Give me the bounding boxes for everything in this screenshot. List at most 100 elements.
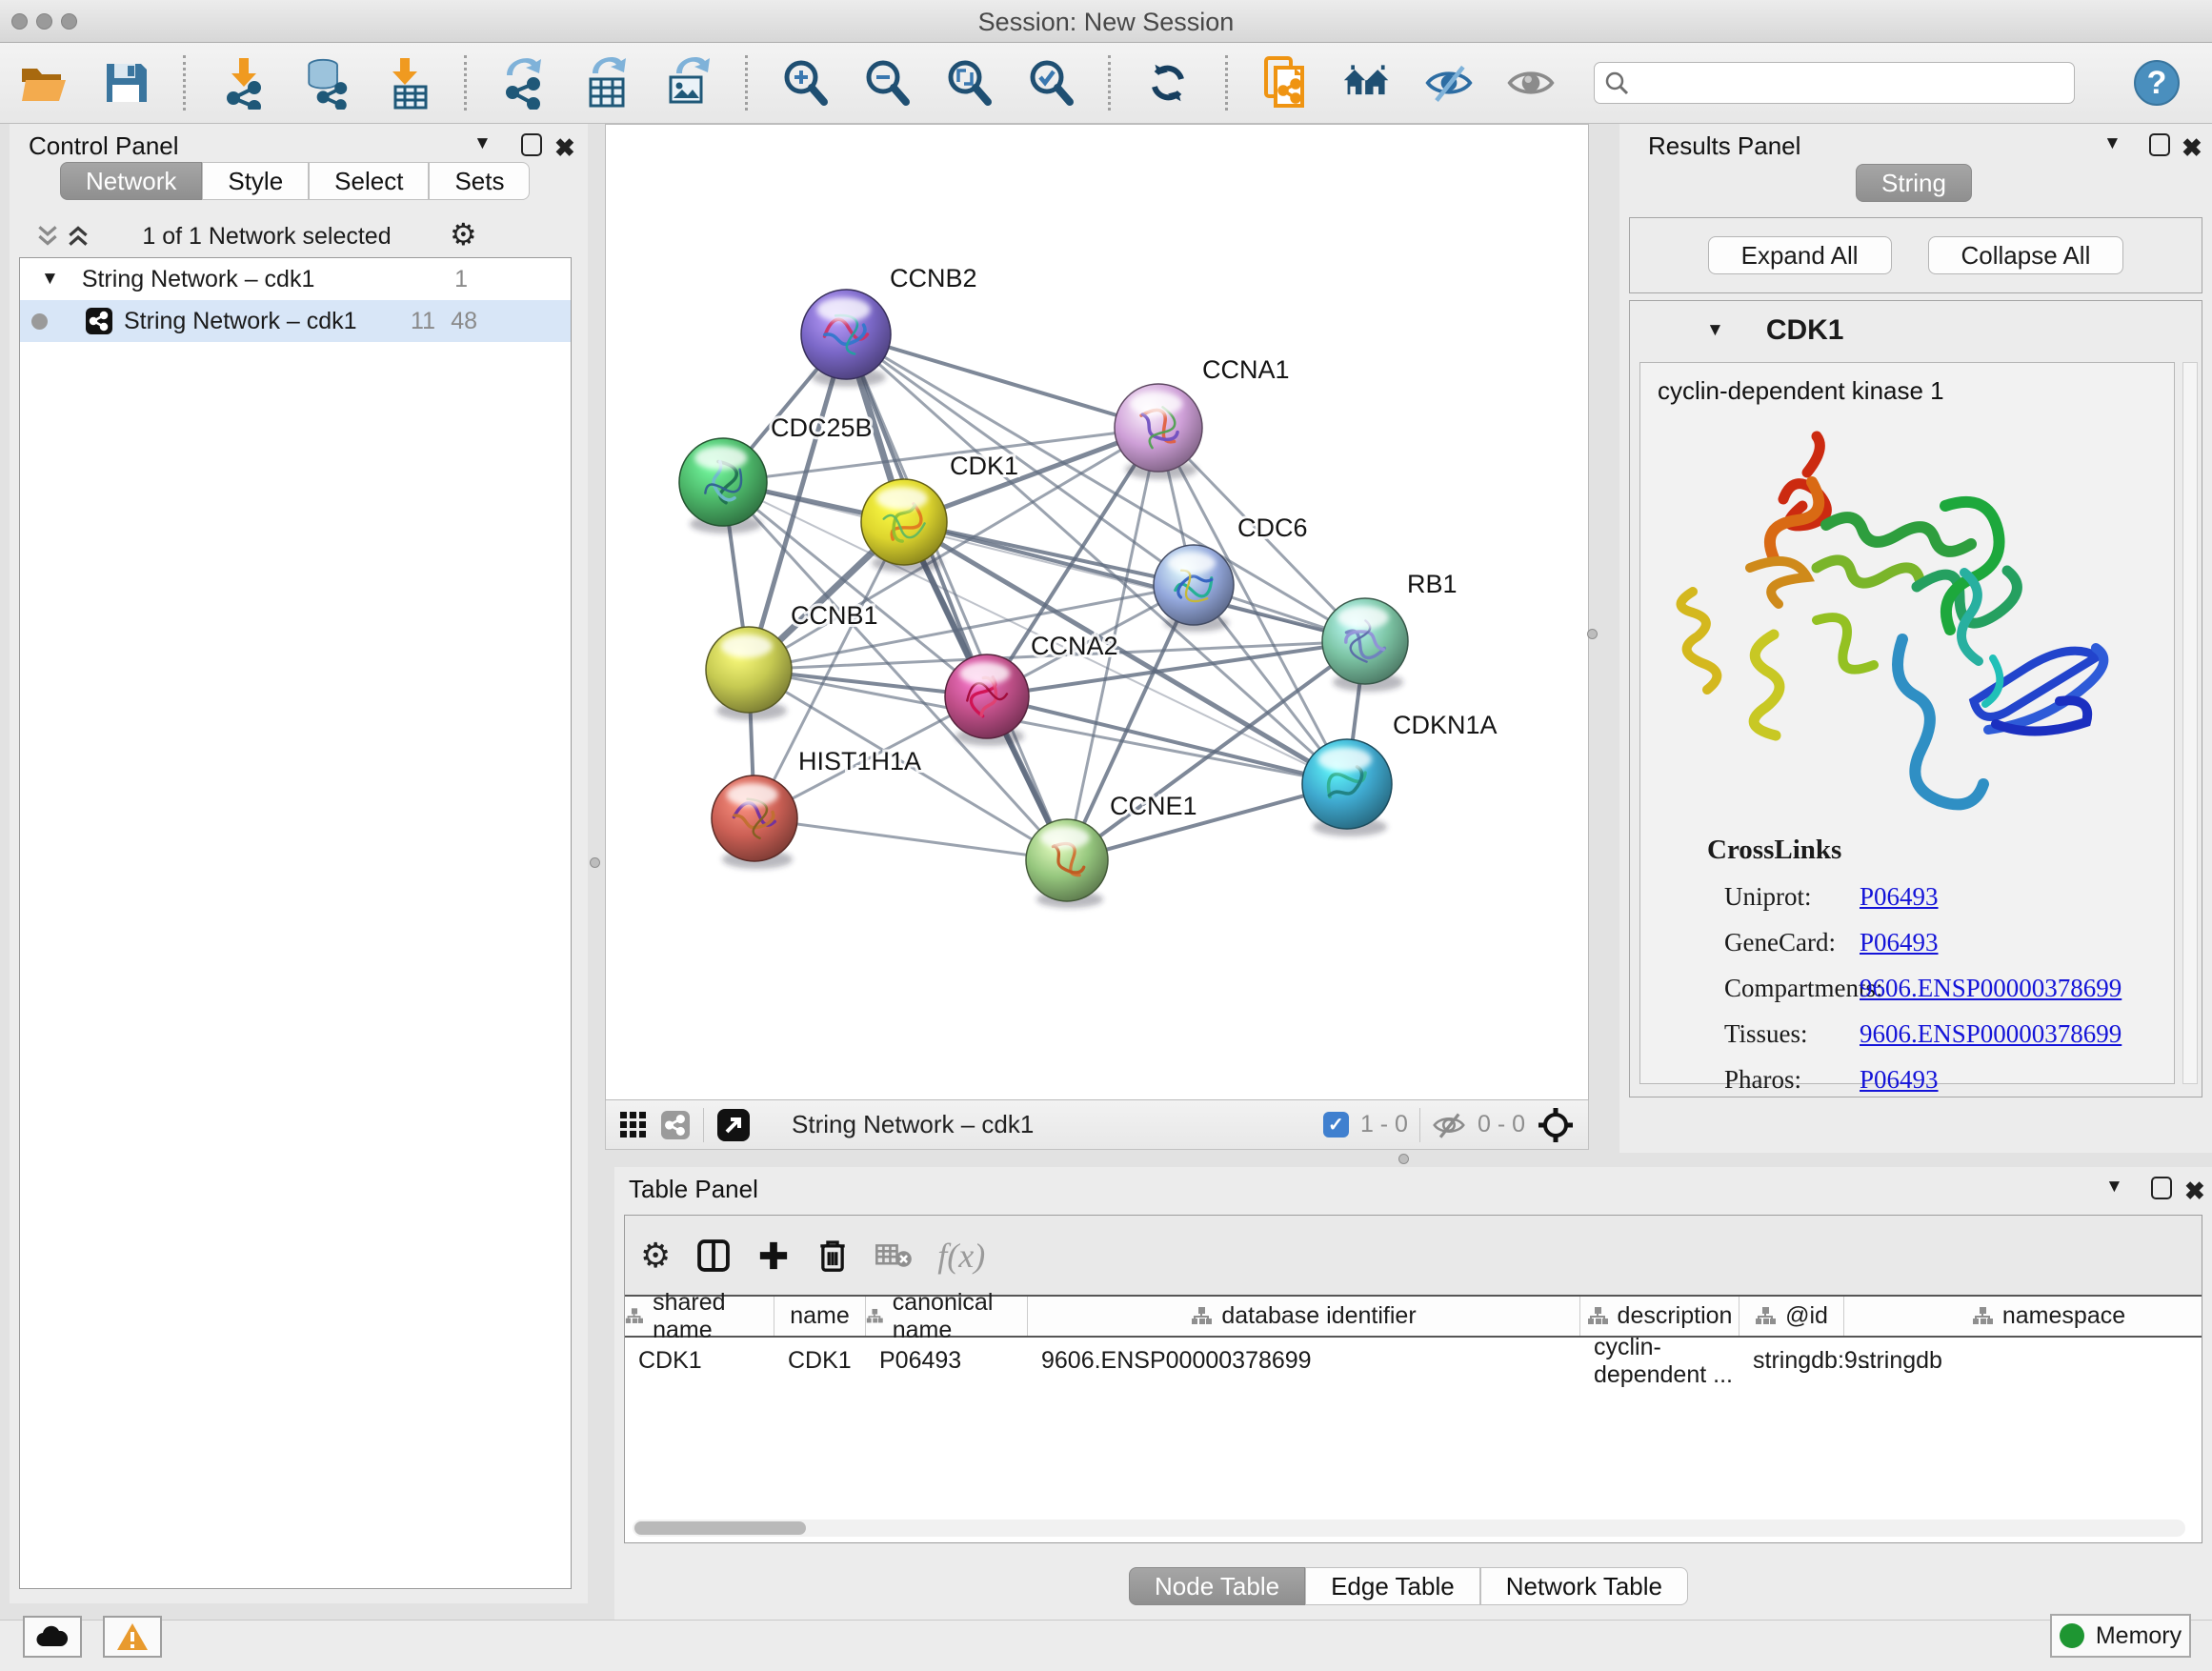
help-button[interactable]: ? [2134,60,2180,106]
network-row[interactable]: String Network – cdk1 11 48 [20,300,571,342]
column-header[interactable]: description [1580,1297,1739,1336]
save-session-icon[interactable] [101,56,151,110]
cell-description[interactable]: cyclin-dependent ... [1580,1339,1739,1382]
tab-edge-table[interactable]: Edge Table [1305,1567,1480,1605]
results-panel-float-icon[interactable] [2149,133,2170,156]
column-header[interactable]: shared name [625,1297,774,1336]
cell-name[interactable]: CDK1 [774,1339,866,1382]
crosslink-link[interactable]: P06493 [1860,928,1939,957]
network-canvas[interactable]: CCNB2CCNA1CDC25BCDK1CDC6RB1CCNB1CCNA2CDK… [605,124,1589,1100]
network-collection-row[interactable]: ▼ String Network – cdk1 1 [20,258,571,300]
gene-collapse-icon[interactable]: ▼ [1706,320,1724,341]
control-panel-close-icon[interactable]: ✖ [554,133,575,163]
table-panel-menu-icon[interactable]: ▼ [2105,1177,2123,1198]
birdseye-grid-icon[interactable] [619,1111,648,1139]
bottom-splitter-handle[interactable] [1398,1154,1409,1164]
delete-column-trash-icon[interactable] [815,1238,850,1274]
cell-namespace[interactable]: stringdb [1844,1339,2202,1382]
function-builder-icon[interactable]: f(x) [937,1236,985,1276]
expand-all-button[interactable]: Expand All [1708,236,1892,274]
import-table-icon[interactable] [382,56,432,110]
network-node[interactable] [712,775,797,869]
right-splitter-handle[interactable] [1587,629,1598,639]
column-header[interactable]: canonical name [866,1297,1028,1336]
hide-selected-eye-icon[interactable] [1424,56,1474,110]
results-panel-menu-icon[interactable]: ▼ [2103,133,2122,154]
cell-canonical-name[interactable]: P06493 [866,1339,1028,1382]
tab-node-table[interactable]: Node Table [1129,1567,1305,1605]
open-in-new-window-icon[interactable] [717,1109,750,1141]
cloud-status-button[interactable] [23,1616,82,1658]
network-node[interactable] [679,438,767,534]
table-options-gear-icon[interactable]: ⚙ [640,1238,671,1273]
collection-expand-icon[interactable]: ▼ [41,269,59,290]
import-network-database-icon[interactable] [300,56,350,110]
results-scrollbar[interactable] [2182,362,2198,1084]
crosslink-link[interactable]: P06493 [1860,882,1939,912]
zoom-selected-icon[interactable] [1026,56,1076,110]
gene-section-header[interactable]: ▼ CDK1 [1630,301,2202,360]
control-panel-float-icon[interactable] [521,133,542,156]
left-splitter-handle[interactable] [590,857,600,868]
network-edge[interactable] [754,818,1067,860]
tab-network-table[interactable]: Network Table [1480,1567,1688,1605]
network-node[interactable] [945,654,1029,746]
cell-database-identifier[interactable]: 9606.ENSP00000378699 [1028,1339,1580,1382]
open-session-icon[interactable] [19,56,69,110]
export-image-icon[interactable] [663,56,713,110]
cell-shared-name[interactable]: CDK1 [625,1339,774,1382]
network-node[interactable] [706,627,792,720]
cell-id[interactable]: stringdb:9... [1739,1339,1844,1382]
show-columns-icon[interactable] [695,1238,732,1274]
table-horizontal-scrollbar[interactable] [633,1520,2185,1537]
toolbar-search[interactable] [1594,62,2075,104]
zoom-in-icon[interactable] [780,56,830,110]
network-share-icon[interactable] [661,1111,690,1139]
zoom-out-icon[interactable] [862,56,912,110]
network-node[interactable] [1322,598,1408,692]
tab-select[interactable]: Select [309,162,429,200]
collapse-all-button[interactable]: Collapse All [1928,236,2124,274]
tab-sets[interactable]: Sets [429,162,530,200]
zoom-fit-icon[interactable] [944,56,994,110]
table-panel-close-icon[interactable]: ✖ [2184,1177,2205,1206]
export-table-icon[interactable] [581,56,631,110]
column-header[interactable]: name [774,1297,866,1336]
network-node[interactable] [1154,545,1234,632]
memory-button[interactable]: Memory [2050,1614,2191,1658]
tab-network[interactable]: Network [60,162,202,200]
crosslink-link[interactable]: P06493 [1860,1065,1939,1095]
refresh-icon[interactable] [1143,56,1193,110]
export-network-icon[interactable] [499,56,549,110]
copy-network-icon[interactable] [1260,56,1310,110]
search-input[interactable] [1637,70,2056,96]
network-node[interactable] [1302,739,1392,836]
fit-content-crosshair-icon[interactable] [1537,1106,1575,1144]
column-header[interactable]: namespace [1844,1297,2202,1336]
hidden-items-eye-icon[interactable] [1432,1112,1466,1138]
warning-status-button[interactable] [103,1616,162,1658]
network-options-gear-icon[interactable]: ⚙ [450,219,477,250]
network-edge[interactable] [987,696,1347,784]
scrollbar-thumb[interactable] [634,1521,806,1535]
network-node[interactable] [1115,384,1202,479]
tab-string[interactable]: String [1856,164,1972,202]
crosslink-link[interactable]: 9606.ENSP00000378699 [1860,1019,2122,1049]
import-network-file-icon[interactable] [218,56,268,110]
network-node[interactable] [1026,819,1108,908]
network-edge[interactable] [846,334,1158,428]
show-all-eye-icon[interactable] [1506,56,1556,110]
column-header[interactable]: database identifier [1028,1297,1580,1336]
selected-nodes-checkbox[interactable]: ✓ [1323,1112,1349,1137]
network-graph[interactable]: CCNB2CCNA1CDC25BCDK1CDC6RB1CCNB1CCNA2CDK… [606,125,1588,1099]
crosslink-link[interactable]: 9606.ENSP00000378699 [1860,974,2122,1003]
add-column-icon[interactable] [756,1238,791,1273]
table-row[interactable]: CDK1 CDK1 P06493 9606.ENSP00000378699 cy… [625,1339,2202,1382]
table-panel-float-icon[interactable] [2151,1177,2172,1199]
network-node[interactable] [861,479,947,573]
results-panel-close-icon[interactable]: ✖ [2182,133,2202,163]
control-panel-menu-icon[interactable]: ▼ [473,133,492,154]
home-icon[interactable] [1342,56,1392,110]
tab-style[interactable]: Style [202,162,309,200]
column-header[interactable]: @id [1739,1297,1844,1336]
